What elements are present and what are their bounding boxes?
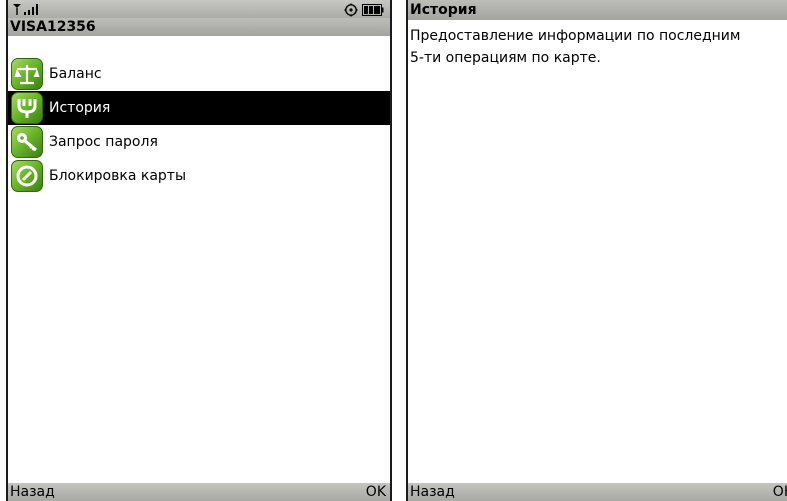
scales-icon [11,58,43,90]
signal-strength-icon [13,4,38,15]
menu-item-label: Запрос пароля [49,134,158,150]
key-icon [11,126,43,158]
main-menu: Баланс История Запрос пароля Блокировка … [8,57,390,193]
history-icon [11,92,43,124]
screen-title: История [408,0,787,20]
description-line: Предоставление информации по последним [410,28,741,44]
battery-icon [362,3,384,16]
phone-screen-detail: История Предоставление информации по пос… [406,0,787,501]
history-description: Предоставление информации по последним 5… [410,25,783,69]
menu-item-label: Баланс [49,66,102,82]
description-line: 5-ти операциям по карте. [410,50,601,66]
java-gear-icon [344,3,358,16]
menu-item-password-request[interactable]: Запрос пароля [8,125,390,159]
softkey-bar: Назад OK [408,483,787,501]
screen-title: VISA12356 [8,18,390,36]
menu-item-card-block[interactable]: Блокировка карты [8,159,390,193]
shield-icon [11,160,43,192]
menu-item-balance[interactable]: Баланс [8,57,390,91]
back-softkey[interactable]: Назад [10,483,55,501]
status-bar [8,0,390,19]
menu-item-history[interactable]: История [8,91,390,125]
ok-softkey[interactable]: OK [773,483,787,501]
back-softkey[interactable]: Назад [410,483,455,501]
phone-screen-menu: VISA12356 Баланс История Запрос пароля Б… [6,0,392,501]
ok-softkey[interactable]: OK [366,483,386,501]
menu-item-label: Блокировка карты [49,168,186,184]
menu-item-label: История [49,100,111,116]
softkey-bar: Назад OK [8,483,390,501]
